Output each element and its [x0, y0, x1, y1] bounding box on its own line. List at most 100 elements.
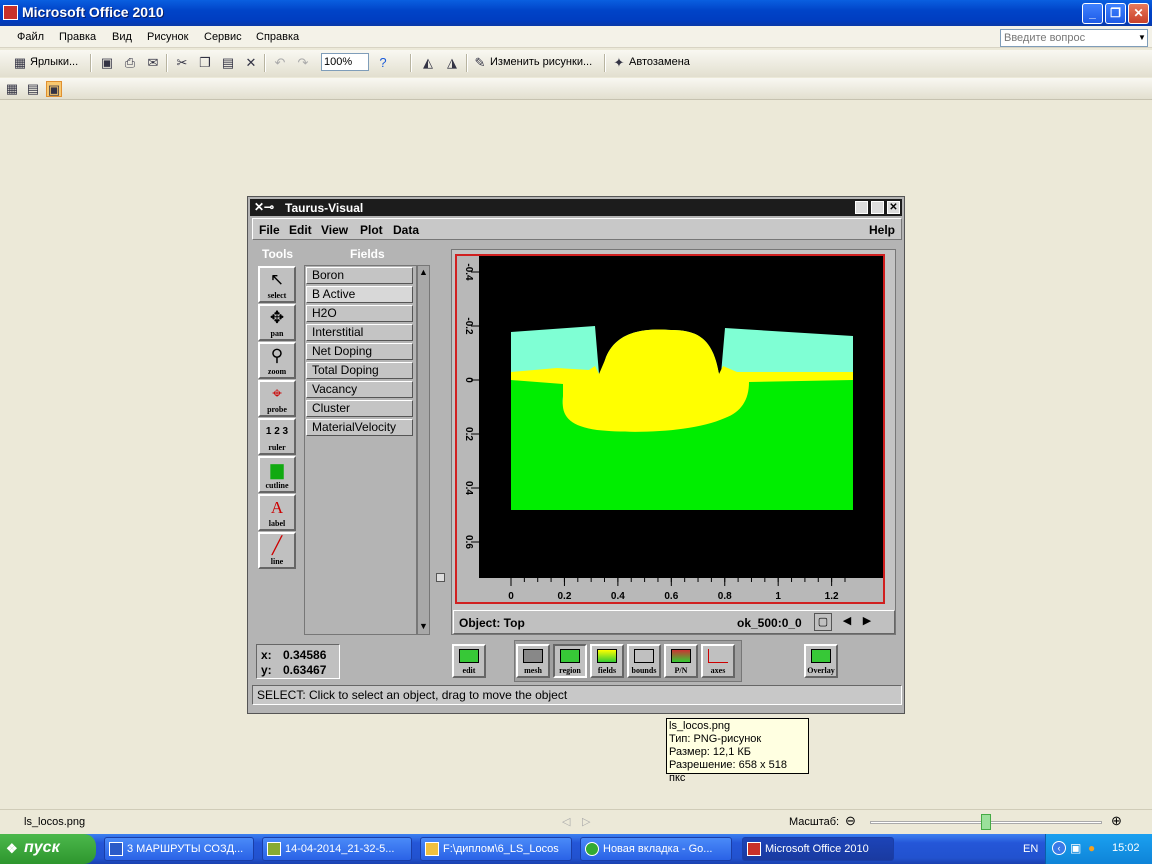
overlay-button[interactable]: Overlay — [804, 644, 838, 678]
taurus-title-bar: ✕⊸ Taurus-Visual ✕ — [250, 199, 902, 216]
zoom-out-icon[interactable]: ⊖ — [845, 813, 856, 829]
cut-icon[interactable]: ✂ — [174, 55, 190, 71]
chrome-icon — [585, 842, 599, 856]
field-boron[interactable]: Boron — [306, 267, 413, 284]
object-frame-button[interactable]: ▢ — [814, 613, 832, 631]
close-button[interactable]: ✕ — [1128, 3, 1149, 24]
thumbnail-view-icon[interactable]: ▦ — [4, 81, 20, 97]
bounds-button[interactable]: bounds — [627, 644, 661, 678]
menu-tools[interactable]: Сервис — [204, 31, 242, 43]
undo-icon[interactable]: ↶ — [272, 55, 288, 71]
object-bar: Object: Top ok_500:0_0 ▢ ◀ ▶ — [453, 610, 895, 634]
edit-pictures-button[interactable]: Изменить рисунки... — [490, 56, 592, 68]
field-h2o[interactable]: H2O — [306, 305, 413, 322]
field-net-doping[interactable]: Net Doping — [306, 343, 413, 360]
fields-scrollbar[interactable] — [417, 265, 430, 635]
save-icon[interactable]: ▣ — [99, 55, 115, 71]
task-folder[interactable]: F:\диплом\6_LS_Locos — [420, 837, 572, 861]
taurus-menu-data[interactable]: Data — [393, 223, 419, 237]
prev-object-button[interactable]: ◀ — [838, 613, 856, 631]
probe-tool[interactable]: ⌖ probe — [258, 380, 296, 417]
next-object-button[interactable]: ▶ — [858, 613, 876, 631]
menu-edit[interactable]: Правка — [59, 31, 96, 43]
y-axis-band — [457, 256, 479, 578]
redo-icon[interactable]: ↷ — [295, 55, 311, 71]
plot-canvas[interactable]: -0.4 -0.2 0 0.2 0.4 0.6 0 0.2 0.4 0.6 0.8 1 1.2 — [455, 254, 885, 604]
chevron-down-icon[interactable]: ▼ — [1138, 33, 1146, 42]
help-icon[interactable]: ? — [375, 55, 391, 71]
task-archive[interactable]: 14-04-2014_21-32-5... — [262, 837, 412, 861]
menu-picture[interactable]: Рисунок — [147, 31, 189, 43]
menu-help[interactable]: Справка — [256, 31, 299, 43]
field-total-doping[interactable]: Total Doping — [306, 362, 413, 379]
zoom-in-icon[interactable]: ⊕ — [1111, 813, 1122, 829]
field-cluster[interactable]: Cluster — [306, 400, 413, 417]
next-picture-icon[interactable]: ▷ — [582, 815, 590, 828]
network-icon[interactable]: ▣ — [1070, 841, 1081, 855]
menu-file[interactable]: Файл — [17, 31, 44, 43]
restore-button[interactable]: ❐ — [1105, 3, 1126, 24]
menu-bar: Файл Правка Вид Рисунок Сервис Справка — [0, 26, 1152, 48]
label-tool[interactable]: Alabel — [258, 494, 296, 531]
office-picture-manager-icon — [3, 5, 18, 20]
shortcuts-button[interactable]: Ярлыки... — [30, 56, 78, 68]
paste-icon[interactable]: ▤ — [220, 55, 236, 71]
print-icon[interactable]: ⎙ — [122, 55, 138, 71]
pn-button[interactable]: P/N — [664, 644, 698, 678]
zoom-select[interactable]: 100% — [321, 53, 369, 71]
separator — [466, 54, 468, 72]
filmstrip-view-icon[interactable]: ▤ — [25, 81, 41, 97]
task-chrome[interactable]: Новая вкладка - Go... — [580, 837, 732, 861]
x-tick-label: 1 — [775, 591, 781, 602]
ruler-tool[interactable]: 1 2 3 ruler — [258, 418, 296, 455]
zoom-tool[interactable]: ⚲ zoom — [258, 342, 296, 379]
taurus-menu-view[interactable]: View — [321, 223, 348, 237]
y-tick-label: -0.4 — [463, 263, 474, 281]
taurus-menu-file[interactable]: File — [259, 223, 280, 237]
field-vacancy[interactable]: Vacancy — [306, 381, 413, 398]
antivirus-icon[interactable]: ● — [1088, 841, 1095, 855]
ask-question-input[interactable]: Введите вопрос — [1000, 29, 1148, 47]
copy-icon[interactable]: ❐ — [197, 55, 213, 71]
rotate-right-icon[interactable]: ◮ — [444, 55, 460, 71]
edit-button[interactable]: edit — [452, 644, 486, 678]
zoom-slider-thumb[interactable] — [981, 814, 991, 830]
x-tick-label: 1.2 — [825, 591, 839, 602]
field-b-active[interactable]: B Active — [306, 286, 413, 303]
taurus-menu-help[interactable]: Help — [869, 223, 895, 237]
line-tool[interactable]: ╱ line — [258, 532, 296, 569]
region-button[interactable]: region — [553, 644, 587, 678]
autocorrect-button[interactable]: Автозамена — [629, 56, 690, 68]
rotate-left-icon[interactable]: ◭ — [420, 55, 436, 71]
task-word[interactable]: 3 МАРШРУТЫ СОЗД... — [104, 837, 254, 861]
language-indicator[interactable]: EN — [1023, 843, 1038, 855]
taurus-menu-plot[interactable]: Plot — [360, 223, 383, 237]
title-bar: Microsoft Office 2010 _ ❐ ✕ — [0, 0, 1152, 26]
task-office[interactable]: Microsoft Office 2010 — [742, 837, 894, 861]
fields-button[interactable]: fields — [590, 644, 624, 678]
tray-expand-icon[interactable]: ‹ — [1052, 841, 1066, 855]
taurus-minimize-button[interactable] — [855, 201, 868, 214]
email-icon[interactable]: ✉ — [145, 55, 161, 71]
taurus-close-button[interactable]: ✕ — [887, 201, 900, 214]
minimize-button[interactable]: _ — [1082, 3, 1103, 24]
mesh-button[interactable]: mesh — [516, 644, 550, 678]
select-tool[interactable]: ↖ select — [258, 266, 296, 303]
splitter-handle[interactable] — [436, 573, 445, 582]
field-interstitial[interactable]: Interstitial — [306, 324, 413, 341]
prev-picture-icon[interactable]: ◁ — [562, 815, 570, 828]
taurus-maximize-button[interactable] — [871, 201, 884, 214]
cutline-tool[interactable]: ▆ cutline — [258, 456, 296, 493]
pan-tool[interactable]: ✥ pan — [258, 304, 296, 341]
start-button[interactable]: ❖ пуск — [0, 834, 96, 864]
scroll-down-icon[interactable]: ▼ — [419, 621, 428, 631]
field-material-velocity[interactable]: MaterialVelocity — [306, 419, 413, 436]
axes-button[interactable]: axes — [701, 644, 735, 678]
scroll-up-icon[interactable]: ▲ — [419, 267, 428, 277]
menu-view[interactable]: Вид — [112, 31, 132, 43]
magnifier-icon: ⚲ — [270, 346, 284, 365]
window-title: Microsoft Office 2010 — [22, 4, 164, 20]
single-picture-view-icon[interactable]: ▣ — [46, 81, 62, 97]
taurus-menu-edit[interactable]: Edit — [289, 223, 312, 237]
delete-icon[interactable]: ✕ — [243, 55, 259, 71]
